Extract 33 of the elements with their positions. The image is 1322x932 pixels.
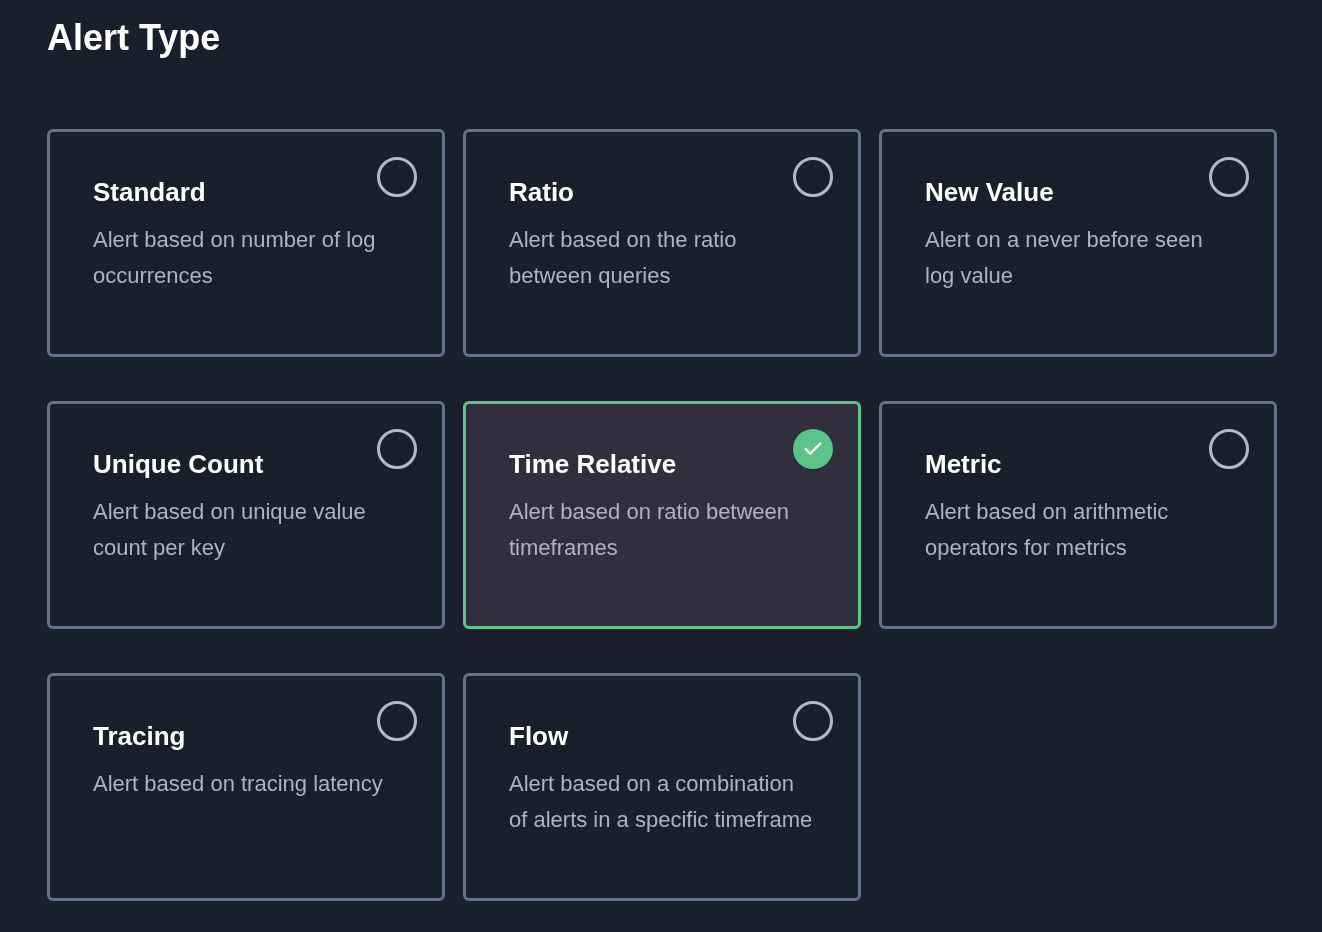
card-description: Alert based on number of log occurrences <box>93 226 377 290</box>
card-description: Alert based on tracing latency <box>93 770 384 798</box>
section-title: Alert Type <box>47 16 221 60</box>
card-description: Alert based on the ratio between queries <box>509 226 738 290</box>
card-description: Alert based on ratio between timeframes <box>509 498 791 562</box>
card-title: Time Relative <box>509 448 677 481</box>
card-title: Ratio <box>509 176 574 209</box>
alert-type-card[interactable]: Flow Alert based on a combination of alerts in a specific timeframe <box>463 673 861 901</box>
radio-button[interactable] <box>1209 157 1249 197</box>
card-title: Metric <box>925 448 1002 481</box>
card-title: Standard <box>93 176 206 209</box>
radio-button[interactable] <box>377 429 417 469</box>
card-description: Alert based on unique value count per key <box>93 498 367 562</box>
card-title: Flow <box>509 720 569 753</box>
check-icon <box>793 429 833 469</box>
card-title: Tracing <box>93 720 186 753</box>
radio-button[interactable] <box>1209 429 1249 469</box>
radio-button[interactable] <box>793 157 833 197</box>
card-description: Alert on a never before seen log value <box>925 226 1204 290</box>
radio-button[interactable] <box>793 701 833 741</box>
alert-type-card[interactable]: Unique Count Alert based on unique value count per key <box>47 401 445 629</box>
alert-type-card[interactable]: Metric Alert based on arithmetic operators for metrics <box>879 401 1277 629</box>
alert-type-card[interactable]: New Value Alert on a never before seen log value <box>879 129 1277 357</box>
card-description: Alert based on arithmetic operators for metrics <box>925 498 1170 562</box>
alert-type-card[interactable]: Time Relative Alert based on ratio between timeframes <box>463 401 861 629</box>
alert-type-card[interactable]: Standard Alert based on number of log occurrences <box>47 129 445 357</box>
radio-button[interactable] <box>377 701 417 741</box>
alert-type-card[interactable]: Ratio Alert based on the ratio between queries <box>463 129 861 357</box>
radio-button[interactable] <box>377 157 417 197</box>
card-title: New Value <box>925 176 1054 209</box>
card-title: Unique Count <box>93 448 264 481</box>
card-description: Alert based on a combination of alerts in a specific timeframe <box>509 770 814 834</box>
alert-type-card[interactable]: Tracing Alert based on tracing latency <box>47 673 445 901</box>
